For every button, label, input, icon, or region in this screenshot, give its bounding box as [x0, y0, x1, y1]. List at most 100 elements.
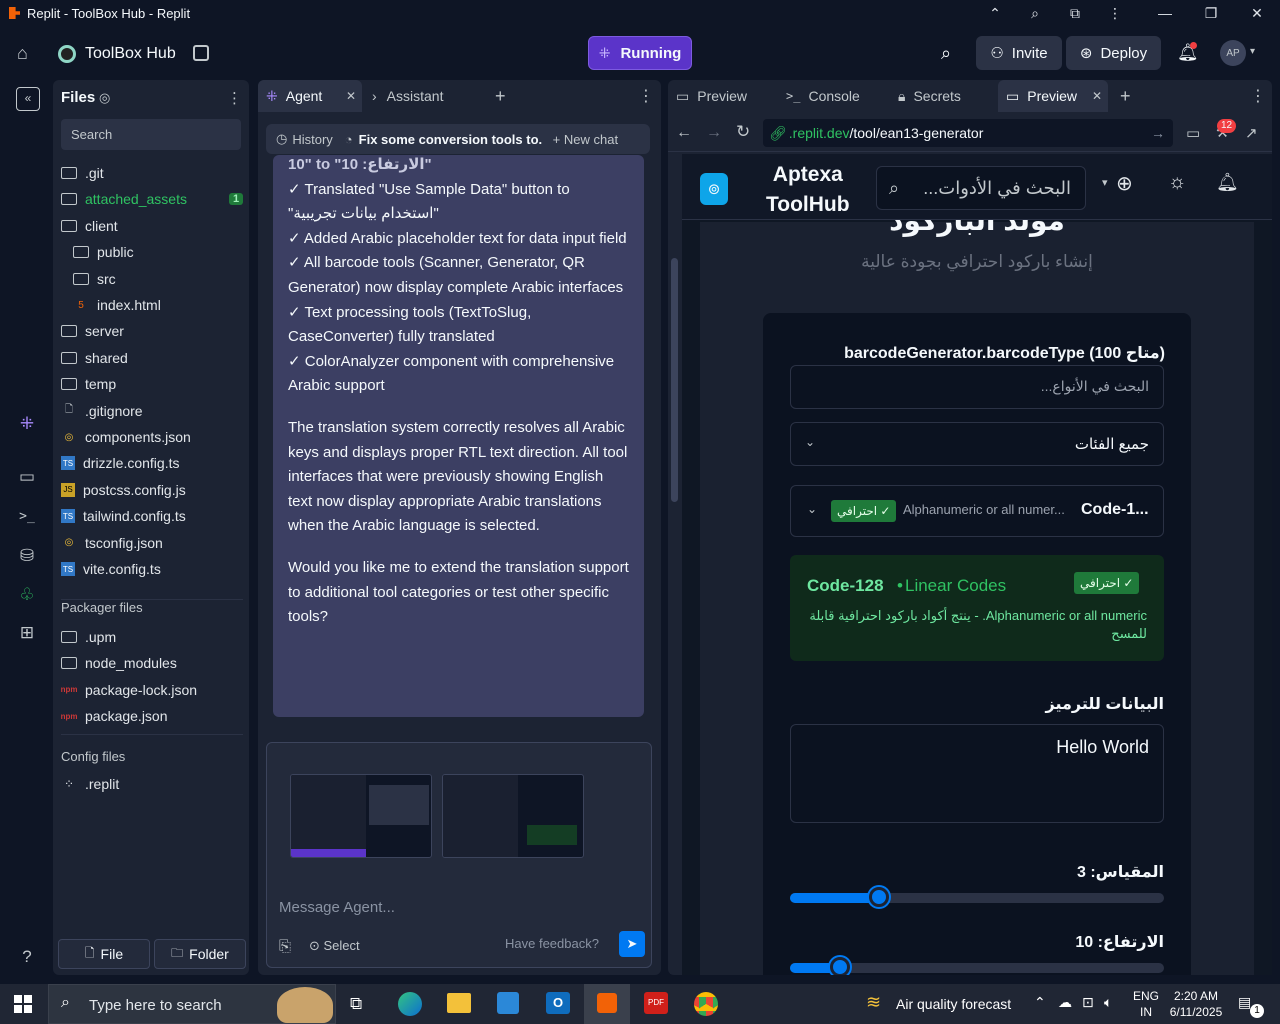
devices-icon[interactable]: ▭: [1186, 124, 1200, 142]
minimize-button[interactable]: —: [1142, 0, 1188, 26]
toggle-sidebar-icon[interactable]: «: [16, 87, 40, 111]
running-button[interactable]: ⁜ Running: [588, 36, 692, 70]
invite-button[interactable]: ⚇ Invite: [976, 36, 1062, 70]
category-select[interactable]: جميع الفئات ⌄: [790, 422, 1164, 466]
site-brand[interactable]: Aptexa ToolHub: [766, 160, 850, 220]
scale-slider-thumb[interactable]: [869, 887, 889, 907]
globe-icon[interactable]: ⊕: [1116, 171, 1133, 196]
data-textarea[interactable]: Hello World: [790, 724, 1164, 823]
file-row[interactable]: TS vite.config.ts: [61, 557, 161, 581]
cloud-icon[interactable]: ☁: [1058, 994, 1072, 1011]
tab-console[interactable]: >_ Console: [786, 80, 860, 112]
site-bell-icon[interactable]: 🔔︎: [1216, 172, 1239, 193]
restore-button[interactable]: ❐: [1188, 0, 1234, 26]
packager-row[interactable]: node_modules: [61, 651, 177, 675]
database-icon[interactable]: ⛁: [16, 545, 38, 567]
close-button[interactable]: ✕: [1234, 0, 1280, 26]
back-icon[interactable]: ←: [676, 124, 692, 142]
explorer-icon[interactable]: [447, 993, 471, 1013]
store-icon[interactable]: [497, 992, 519, 1014]
file-row[interactable]: ◎ tsconfig.json: [61, 531, 163, 555]
file-row[interactable]: server: [61, 319, 124, 343]
file-row[interactable]: 🗋︎ .gitignore: [61, 399, 143, 423]
task-view-icon[interactable]: ⧉: [350, 994, 362, 1014]
reload-icon[interactable]: ↻: [736, 122, 750, 142]
site-logo-icon[interactable]: ⊚: [700, 173, 728, 205]
tray-chevron-icon[interactable]: ⌃: [1034, 994, 1046, 1011]
more-icon[interactable]: ⋮: [1092, 0, 1138, 26]
search-icon[interactable]: ⌕: [941, 43, 951, 64]
open-external-icon[interactable]: ↗: [1245, 124, 1258, 142]
site-search-input[interactable]: البحث في الأدوات... ⌕: [876, 166, 1086, 210]
console-icon[interactable]: >_: [16, 506, 38, 528]
files-menu-icon[interactable]: ⋮: [227, 89, 242, 107]
network-icon[interactable]: ⊡: [1082, 994, 1094, 1011]
tab-agent[interactable]: ⁜ Agent ✕: [258, 80, 362, 112]
tab-secrets[interactable]: 🔒︎ Secrets: [898, 80, 961, 112]
weather-label[interactable]: Air quality forecast: [896, 996, 1011, 1012]
avatar[interactable]: AP: [1220, 40, 1246, 66]
outlook-icon[interactable]: O: [546, 992, 570, 1014]
height-slider[interactable]: [790, 957, 1164, 975]
file-row[interactable]: TS tailwind.config.ts: [61, 504, 186, 528]
height-slider-thumb[interactable]: [830, 957, 850, 975]
new-tab-icon[interactable]: +: [495, 80, 506, 112]
file-row[interactable]: public: [73, 240, 134, 264]
type-search-input[interactable]: البحث في الأنواع...: [790, 365, 1164, 409]
deploy-tree-icon[interactable]: ♧: [16, 584, 38, 606]
chevron-down-icon[interactable]: ▾: [1102, 176, 1108, 189]
taskbar-search[interactable]: ⌕ Type here to search: [48, 984, 336, 1024]
clock[interactable]: 2:20 AM 6/11/2025: [1168, 988, 1224, 1020]
forward-icon[interactable]: →: [706, 124, 722, 142]
scrollbar-thumb[interactable]: [671, 258, 678, 502]
project-name[interactable]: ToolBox Hub: [85, 45, 176, 63]
theme-icon[interactable]: ☼: [1168, 171, 1186, 194]
language-indicator[interactable]: ENG IN: [1133, 988, 1159, 1020]
tab-preview-2[interactable]: ▭ Preview ✕: [998, 80, 1108, 112]
send-button[interactable]: ➤: [619, 931, 645, 957]
file-row[interactable]: attached_assets 1: [61, 187, 244, 211]
packager-row[interactable]: npm package-lock.json: [61, 678, 198, 702]
history-button[interactable]: History: [292, 132, 332, 147]
edge-icon[interactable]: [398, 992, 422, 1016]
chrome-icon[interactable]: [694, 992, 718, 1016]
home-icon[interactable]: ⌂: [17, 43, 28, 64]
file-row[interactable]: TS drizzle.config.ts: [61, 451, 179, 475]
file-row[interactable]: JS postcss.config.js: [61, 478, 186, 502]
close-tab-icon[interactable]: ✕: [346, 89, 356, 103]
select-button[interactable]: ⊙ Select: [309, 938, 360, 954]
message-input[interactable]: Message Agent...: [279, 899, 395, 916]
files-search-input[interactable]: Search: [61, 119, 241, 150]
packager-row[interactable]: .upm: [61, 625, 116, 649]
attachment-thumbnail[interactable]: [290, 774, 432, 858]
deploy-button[interactable]: ⊛ Deploy: [1066, 36, 1161, 70]
new-folder-button[interactable]: 🗀︎ Folder: [154, 939, 246, 969]
new-tab-icon[interactable]: +: [1120, 80, 1131, 112]
file-row[interactable]: 5 index.html: [73, 293, 161, 317]
file-row[interactable]: client: [61, 214, 118, 238]
new-chat-button[interactable]: + New chat: [553, 132, 618, 147]
file-row[interactable]: temp: [61, 372, 116, 396]
help-icon[interactable]: ?: [16, 946, 38, 968]
pdf-icon[interactable]: PDF: [644, 992, 668, 1014]
file-row[interactable]: .git: [61, 161, 104, 185]
chevron-down-icon[interactable]: ▾: [1250, 46, 1255, 57]
scale-slider[interactable]: [790, 887, 1164, 907]
tab-menu-icon[interactable]: ⋮: [1250, 80, 1266, 112]
windows-start-icon[interactable]: [14, 995, 32, 1013]
file-row-replit[interactable]: ⁘ .replit: [61, 772, 119, 796]
tab-preview-1[interactable]: ▭ Preview: [676, 80, 747, 112]
scrollbar-track[interactable]: [670, 154, 678, 974]
url-input[interactable]: 🔗︎ .replit.dev /tool/ean13-generator →: [763, 119, 1173, 147]
feedback-link[interactable]: Have feedback?: [505, 936, 599, 951]
replit-taskbar-item[interactable]: [584, 984, 630, 1024]
file-row[interactable]: src: [73, 267, 116, 291]
attachment-thumbnail[interactable]: [442, 774, 584, 858]
packager-row[interactable]: npm package.json: [61, 704, 168, 728]
preview-icon[interactable]: ▭: [16, 466, 38, 488]
all-tools-icon[interactable]: ⊞: [16, 622, 38, 644]
file-row[interactable]: shared: [61, 346, 128, 370]
new-file-button[interactable]: 🗋︎ File: [58, 939, 150, 969]
tab-menu-icon[interactable]: ⋮: [638, 80, 654, 112]
agent-icon[interactable]: ⁜: [16, 413, 38, 435]
